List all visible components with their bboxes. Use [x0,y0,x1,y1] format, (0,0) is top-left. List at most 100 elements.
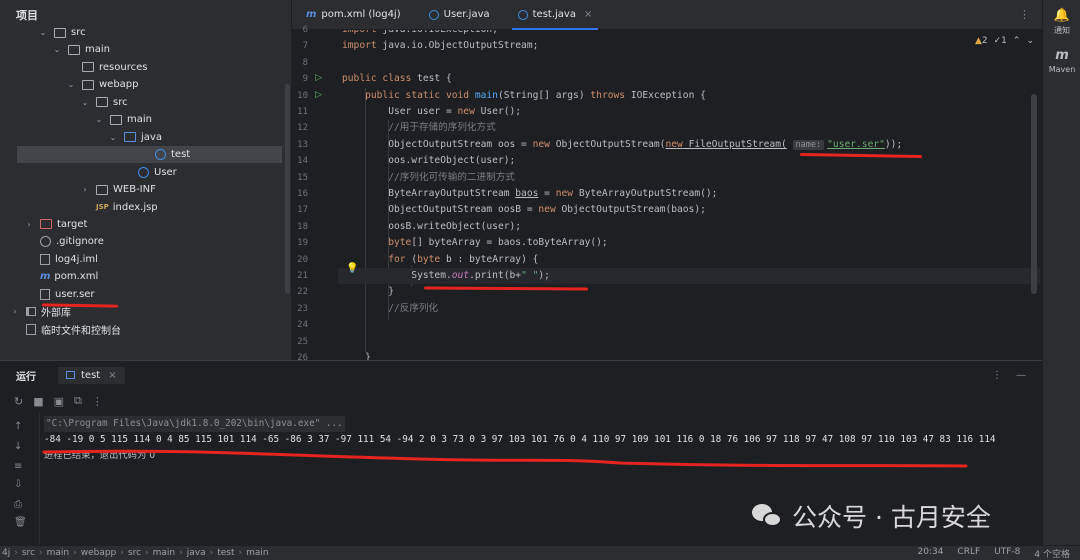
tree-item[interactable]: JSP index.jsp [0,199,291,216]
lightbulb-icon[interactable]: 💡 [346,263,358,274]
editor-tab[interactable]: m pom.xml (log4j) [292,0,415,30]
line-number: 13 [297,139,308,150]
code-editor[interactable]: } //反序列化 } System.out.print(b+" "); for … [338,30,1040,360]
folder-icon [68,44,80,55]
camera-icon[interactable]: ▣ [54,395,64,408]
tree-item[interactable]: resources [0,59,291,76]
code-line[interactable]: oosB.writeObject(user); [342,219,521,235]
chevron-right-icon: › [145,548,149,558]
chevron-down-icon[interactable]: ⌄ [1026,36,1034,46]
breadcrumb-item[interactable]: webapp [81,548,117,558]
excluded-folder-icon [40,219,52,230]
chevron-up-icon[interactable]: ⌃ [1013,36,1021,46]
indent-setting[interactable]: 4 个空格 [1034,547,1070,560]
arrow-up-icon[interactable]: ↑ [14,421,22,432]
tree-item[interactable]: 临时文件和控制台 [0,321,291,338]
project-title[interactable]: 项目 [16,7,38,23]
breadcrumb-item[interactable]: java [187,548,206,558]
code-line[interactable]: byte[] byteArray = baos.toByteArray(); [342,235,608,251]
tree-item[interactable]: ⌄ src [0,94,291,111]
inspection-widget[interactable]: ▲2 ✓1 ⌃ ⌄ [975,36,1034,46]
file-encoding[interactable]: UTF-8 [994,547,1020,560]
code-line[interactable]: public static void main(String[] args) t… [342,88,706,104]
code-line[interactable]: import java.io.IOException; [342,30,498,38]
chevron-right-icon[interactable]: › [24,220,34,229]
code-line[interactable]: //反序列化 [342,301,438,317]
run-gutter-icon[interactable]: ▷ [315,90,322,100]
maven-icon: m [1055,48,1069,63]
editor-scrollbar[interactable] [1031,94,1037,294]
tree-item[interactable]: ⌄ java [0,129,291,146]
code-line[interactable]: User user = new User(); [342,104,521,120]
maven-button[interactable]: m Maven [1043,48,1080,74]
chevron-down-icon[interactable]: ⌄ [108,133,118,142]
code-line[interactable]: import java.io.ObjectOutputStream; [342,38,538,54]
tree-item[interactable]: ⌄ main [0,41,291,58]
line-separator[interactable]: CRLF [957,547,980,560]
code-line[interactable]: //序列化可传输的二进制方式 [342,170,515,186]
run-gutter-icon[interactable]: ▷ [315,73,322,83]
tree-item[interactable]: ⌄ webapp [0,76,291,93]
breadcrumb-item[interactable]: src [128,548,141,558]
breadcrumb-item[interactable]: main [246,548,269,558]
caret-position[interactable]: 20:34 [917,547,943,560]
folder-icon [82,79,94,90]
chevron-right-icon: › [14,548,18,558]
run-tab-test[interactable]: test × [58,366,125,384]
stop-icon[interactable]: ■ [33,395,43,408]
close-icon[interactable]: × [584,9,592,20]
code-line[interactable]: //用于存储的序列化方式 [342,120,496,136]
code-line[interactable]: ObjectOutputStream oos = new ObjectOutpu… [342,137,902,153]
editor-tab-label: pom.xml (log4j) [321,9,401,20]
chevron-right-icon[interactable]: › [10,307,20,316]
code-line[interactable]: public class test { [342,71,452,87]
code-line[interactable]: } [342,350,371,360]
chevron-down-icon[interactable]: ⌄ [94,115,104,124]
tree-item[interactable]: User [0,164,291,181]
red-underline-output [42,449,968,468]
chevron-right-icon: › [38,548,43,558]
code-line[interactable]: for (byte b : byteArray) { [342,252,538,268]
code-line[interactable]: ByteArrayOutputStream baos = new ByteArr… [342,186,717,202]
tree-item[interactable]: test [17,146,282,164]
tree-item[interactable]: .gitignore [0,233,291,250]
print-icon[interactable]: ⎙ [14,499,22,510]
breadcrumb-item[interactable]: main [47,548,70,558]
tree-item[interactable]: › target [0,216,291,233]
rerun-icon[interactable]: ↻ [14,395,23,408]
tree-item[interactable]: m pom.xml [0,268,291,285]
chevron-down-icon[interactable]: ⌄ [52,45,62,54]
notifications-button[interactable]: 🔔 通知 [1043,8,1080,36]
breadcrumb-item[interactable]: main [153,548,176,558]
gitignore-icon [40,236,51,248]
more-icon[interactable]: ⋮ [1019,8,1042,21]
close-icon[interactable]: × [108,370,116,381]
breadcrumb-item[interactable]: test [217,548,234,558]
code-line[interactable]: oos.writeObject(user); [342,153,515,169]
breadcrumb-item[interactable]: src [22,548,35,558]
chevron-right-icon[interactable]: › [80,185,90,194]
code-line[interactable]: } [342,284,394,300]
editor-tab[interactable]: User.java [415,0,504,30]
folder-icon [54,27,66,38]
code-line[interactable]: ObjectOutputStream oosB = new ObjectOutp… [342,202,706,218]
more-icon[interactable]: ⋮ [92,395,103,408]
tree-item[interactable]: ⌄ src [0,24,291,41]
tree-item[interactable]: log4j.iml [0,251,291,268]
tree-item-label: src [71,27,86,38]
tree-item[interactable]: ⌄ main [0,111,291,128]
breadcrumb-item[interactable]: 4j [2,548,10,558]
library-icon [26,307,36,317]
scroll-to-end-icon[interactable]: ⇩ [14,479,22,490]
tree-item[interactable]: › WEB-INF [0,181,291,198]
more-icon[interactable]: ⋮ [992,370,1002,381]
tree-item[interactable]: user.ser [0,286,291,303]
chevron-down-icon[interactable]: ⌄ [66,80,76,89]
chevron-down-icon[interactable]: ⌄ [80,98,90,107]
editor-tab[interactable]: test.java × [504,0,607,30]
restore-layout-icon[interactable]: ⧉ [74,394,82,408]
chevron-down-icon[interactable]: ⌄ [38,28,48,37]
code-line[interactable]: System.out.print(b+" "); [338,268,1040,284]
trash-icon[interactable]: 🗑 [14,517,27,528]
minimize-icon[interactable]: — [1016,370,1026,381]
